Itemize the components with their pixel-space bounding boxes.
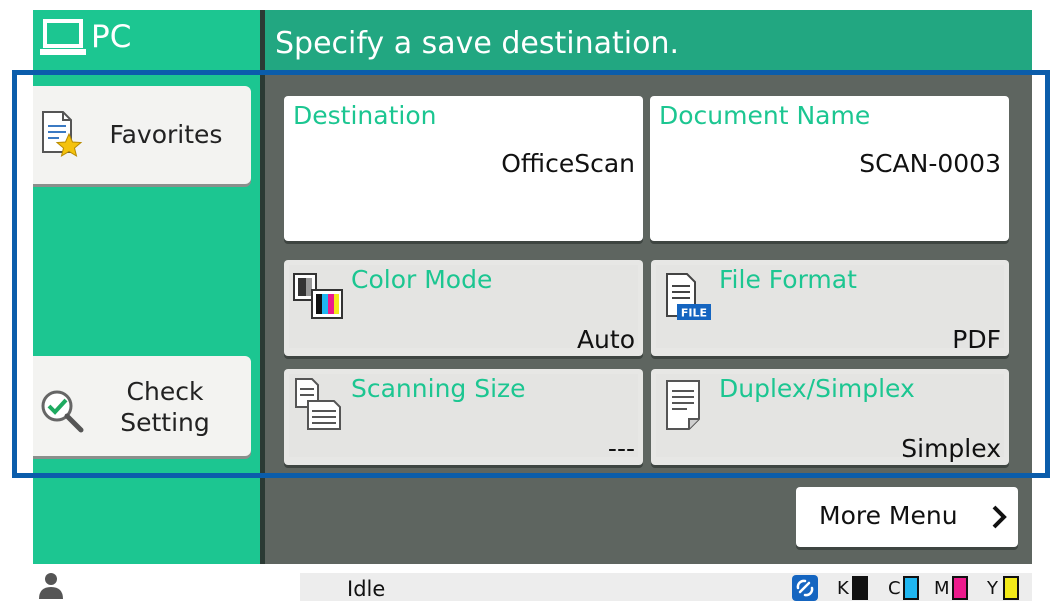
color-mode-icon xyxy=(293,273,343,319)
toner-level-m xyxy=(952,576,968,600)
file-badge-text: FILE xyxy=(681,307,707,320)
check-setting-label-line2: Setting xyxy=(120,408,210,437)
favorites-label: Favorites xyxy=(109,120,223,149)
color-mode-title: Color Mode xyxy=(351,265,493,294)
check-setting-label-line1: Check xyxy=(126,377,204,406)
color-mode-card[interactable]: Color Mode Auto xyxy=(284,260,643,356)
status-bar xyxy=(300,573,1032,601)
file-format-card[interactable]: FILE File Format PDF xyxy=(651,260,1009,356)
pc-icon xyxy=(40,19,86,55)
connection-icon xyxy=(792,575,818,601)
toner-level-y xyxy=(1003,576,1019,600)
toner-label-k: K xyxy=(837,578,849,599)
mode-label: PC xyxy=(91,19,132,55)
document-name-card[interactable]: Document Name SCAN-0003 xyxy=(650,96,1009,241)
status-text: Idle xyxy=(347,577,386,601)
color-mode-value: Auto xyxy=(576,325,635,354)
file-format-value: PDF xyxy=(952,325,1001,354)
document-name-value: SCAN-0003 xyxy=(859,149,1001,178)
toner-level-k xyxy=(852,576,868,600)
duplex-simplex-card[interactable]: Duplex/Simplex Simplex xyxy=(651,369,1009,465)
duplex-simplex-icon xyxy=(666,380,700,430)
page-title: Specify a save destination. xyxy=(275,26,680,61)
destination-title: Destination xyxy=(293,101,437,130)
user-icon[interactable] xyxy=(38,571,64,599)
document-name-title: Document Name xyxy=(659,101,871,130)
file-format-icon: FILE xyxy=(666,273,711,320)
favorites-button[interactable]: Favorites xyxy=(33,86,251,184)
duplex-simplex-value: Simplex xyxy=(901,434,1001,463)
toner-label-m: M xyxy=(934,578,950,599)
toner-label-c: C xyxy=(888,578,901,599)
toner-label-y: Y xyxy=(987,578,998,599)
toner-level-c xyxy=(903,576,919,600)
scanning-size-card[interactable]: Scanning Size --- xyxy=(284,369,643,465)
more-menu-label: More Menu xyxy=(819,501,958,530)
scanning-size-icon xyxy=(295,378,341,430)
scanning-size-title: Scanning Size xyxy=(351,374,526,403)
file-format-title: File Format xyxy=(719,265,857,294)
chevron-right-icon xyxy=(992,505,1007,529)
check-setting-button[interactable]: Check Setting xyxy=(33,356,251,456)
duplex-simplex-title: Duplex/Simplex xyxy=(719,374,915,403)
favorites-star-icon xyxy=(42,111,83,158)
destination-value: OfficeScan xyxy=(501,149,635,178)
destination-card[interactable]: Destination OfficeScan xyxy=(284,96,643,241)
scanning-size-value: --- xyxy=(607,434,635,463)
check-setting-magnifier-icon xyxy=(41,390,84,433)
